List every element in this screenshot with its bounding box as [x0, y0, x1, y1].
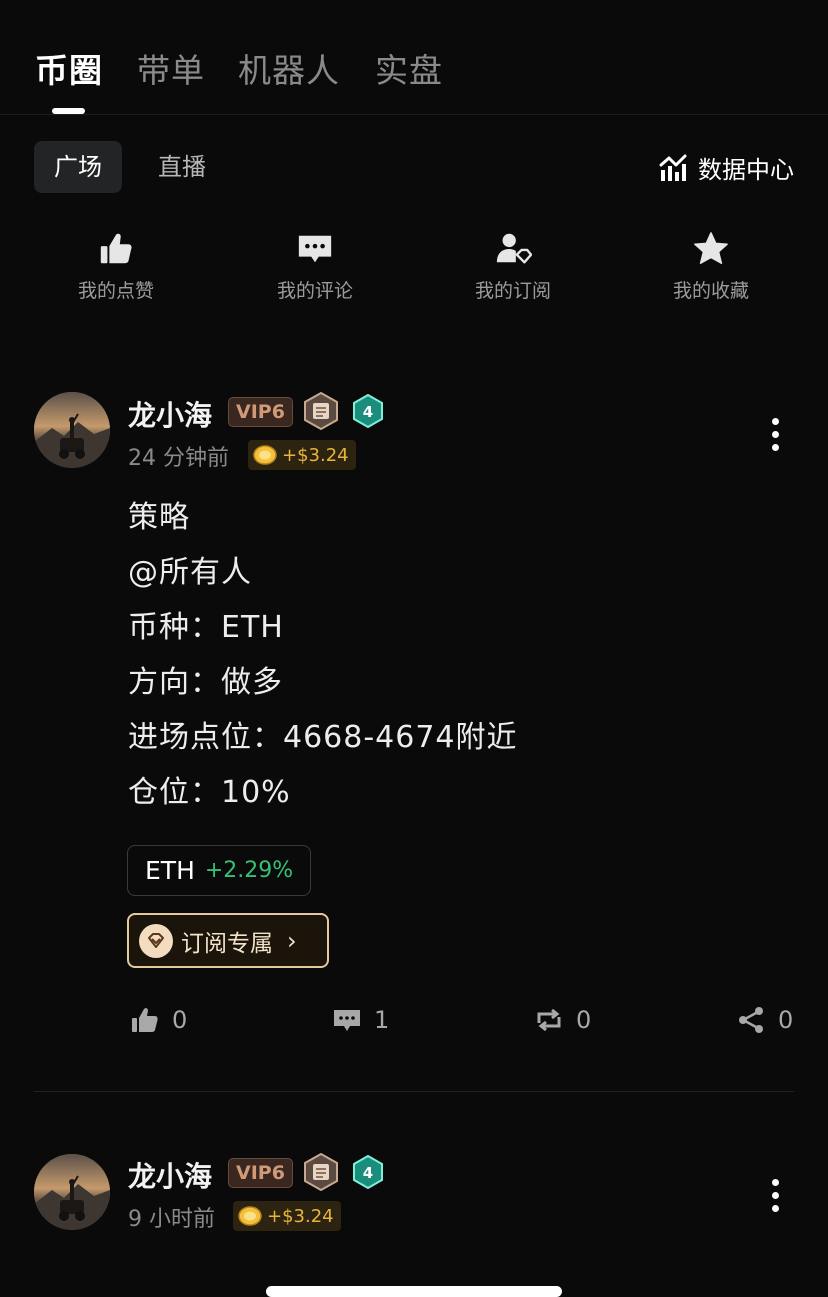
avatar[interactable] — [34, 1154, 110, 1230]
like-count: 0 — [172, 1006, 188, 1034]
post-line: 仓位：10% — [128, 775, 291, 810]
comment-icon — [334, 1010, 360, 1031]
level-hexagon-icon: 4 — [353, 393, 383, 429]
post-time: 24 分钟前 — [128, 446, 229, 471]
reward-badge: +$3.24 — [233, 1201, 341, 1231]
reward-amount: +$3.24 — [282, 444, 349, 466]
post-line: 策略 — [128, 500, 190, 535]
tab-live-account[interactable]: 实盘 — [375, 44, 443, 92]
quick-my-comments-label: 我的评论 — [276, 280, 353, 302]
level-number: 4 — [363, 1164, 373, 1182]
comment-icon — [298, 235, 332, 263]
diamond-icon — [139, 923, 173, 958]
subtab-square[interactable]: 广场 — [34, 141, 122, 193]
quick-my-favorites-label: 我的收藏 — [672, 280, 749, 302]
repost-icon — [537, 1008, 561, 1032]
level-badge: 4 — [352, 393, 384, 429]
home-indicator[interactable] — [266, 1286, 562, 1297]
star-icon — [694, 232, 728, 264]
post-line: 进场点位：4668-4674附近 — [128, 720, 518, 755]
coin-symbol: ETH — [145, 856, 195, 885]
quick-my-favorites[interactable]: 我的收藏 — [646, 230, 776, 303]
avatar[interactable] — [34, 392, 110, 468]
thumbs-up-icon — [132, 1008, 158, 1032]
comment-button[interactable]: 1 — [332, 1005, 389, 1035]
quick-my-subscriptions-label: 我的订阅 — [474, 280, 551, 302]
author-name[interactable]: 龙小海 — [128, 1155, 212, 1195]
tab-bots[interactable]: 机器人 — [238, 44, 340, 92]
subscription-icon — [496, 233, 532, 264]
coin-icon — [238, 1206, 262, 1226]
top-tab-bar: 币圈 带单 机器人 实盘 — [0, 0, 828, 115]
level-badge: 4 — [352, 1154, 384, 1190]
chart-icon — [659, 154, 687, 181]
like-button[interactable]: 0 — [130, 1005, 187, 1035]
tab-crypto-circle[interactable]: 币圈 — [35, 44, 103, 92]
level-number: 4 — [363, 403, 373, 421]
coin-icon — [253, 445, 277, 465]
share-button[interactable]: 0 — [736, 1005, 793, 1035]
data-center-link[interactable]: 数据中心 — [658, 150, 794, 185]
reward-amount: +$3.24 — [267, 1205, 334, 1227]
repost-count: 0 — [576, 1006, 592, 1034]
quick-my-subscriptions[interactable]: 我的订阅 — [448, 230, 578, 303]
quick-my-comments[interactable]: 我的评论 — [250, 230, 380, 303]
post-line: 币种：ETH — [128, 610, 284, 645]
post-time: 9 小时前 — [128, 1207, 215, 1232]
quick-my-likes[interactable]: 我的点赞 — [51, 230, 181, 303]
reward-badge: +$3.24 — [248, 440, 356, 470]
coin-change: +2.29% — [204, 858, 294, 883]
tab-copy-trading[interactable]: 带单 — [137, 44, 205, 92]
data-center-label: 数据中心 — [698, 156, 794, 184]
achievement-badge-icon — [304, 1153, 338, 1191]
post-content: 策略 @所有人 币种：ETH 方向：做多 进场点位：4668-4674附近 仓位… — [128, 490, 518, 820]
coin-ticker-chip[interactable]: ETH +2.29% — [127, 845, 312, 896]
chevron-right-icon: › — [287, 926, 297, 955]
subtab-live[interactable]: 直播 — [138, 141, 226, 193]
more-options-button[interactable] — [770, 1179, 780, 1215]
more-options-button[interactable] — [770, 418, 780, 454]
share-icon — [739, 1007, 763, 1033]
post-line: @所有人 — [128, 555, 252, 590]
thumbs-up-icon — [100, 233, 132, 264]
author-name[interactable]: 龙小海 — [128, 394, 212, 434]
post-line: 方向：做多 — [128, 665, 283, 700]
active-tab-indicator — [52, 108, 85, 114]
post-divider — [34, 1091, 794, 1092]
subscribe-exclusive-label: 订阅专属 — [181, 930, 273, 957]
repost-button[interactable]: 0 — [534, 1005, 591, 1035]
subscribe-exclusive-button[interactable]: 订阅专属 › — [127, 913, 329, 968]
vip-badge: VIP6 — [228, 1158, 293, 1188]
vip-badge: VIP6 — [228, 397, 293, 427]
level-hexagon-icon: 4 — [353, 1154, 383, 1190]
comment-count: 1 — [374, 1006, 390, 1034]
achievement-badge-icon — [304, 392, 338, 430]
quick-my-likes-label: 我的点赞 — [77, 280, 154, 302]
share-count: 0 — [778, 1006, 794, 1034]
